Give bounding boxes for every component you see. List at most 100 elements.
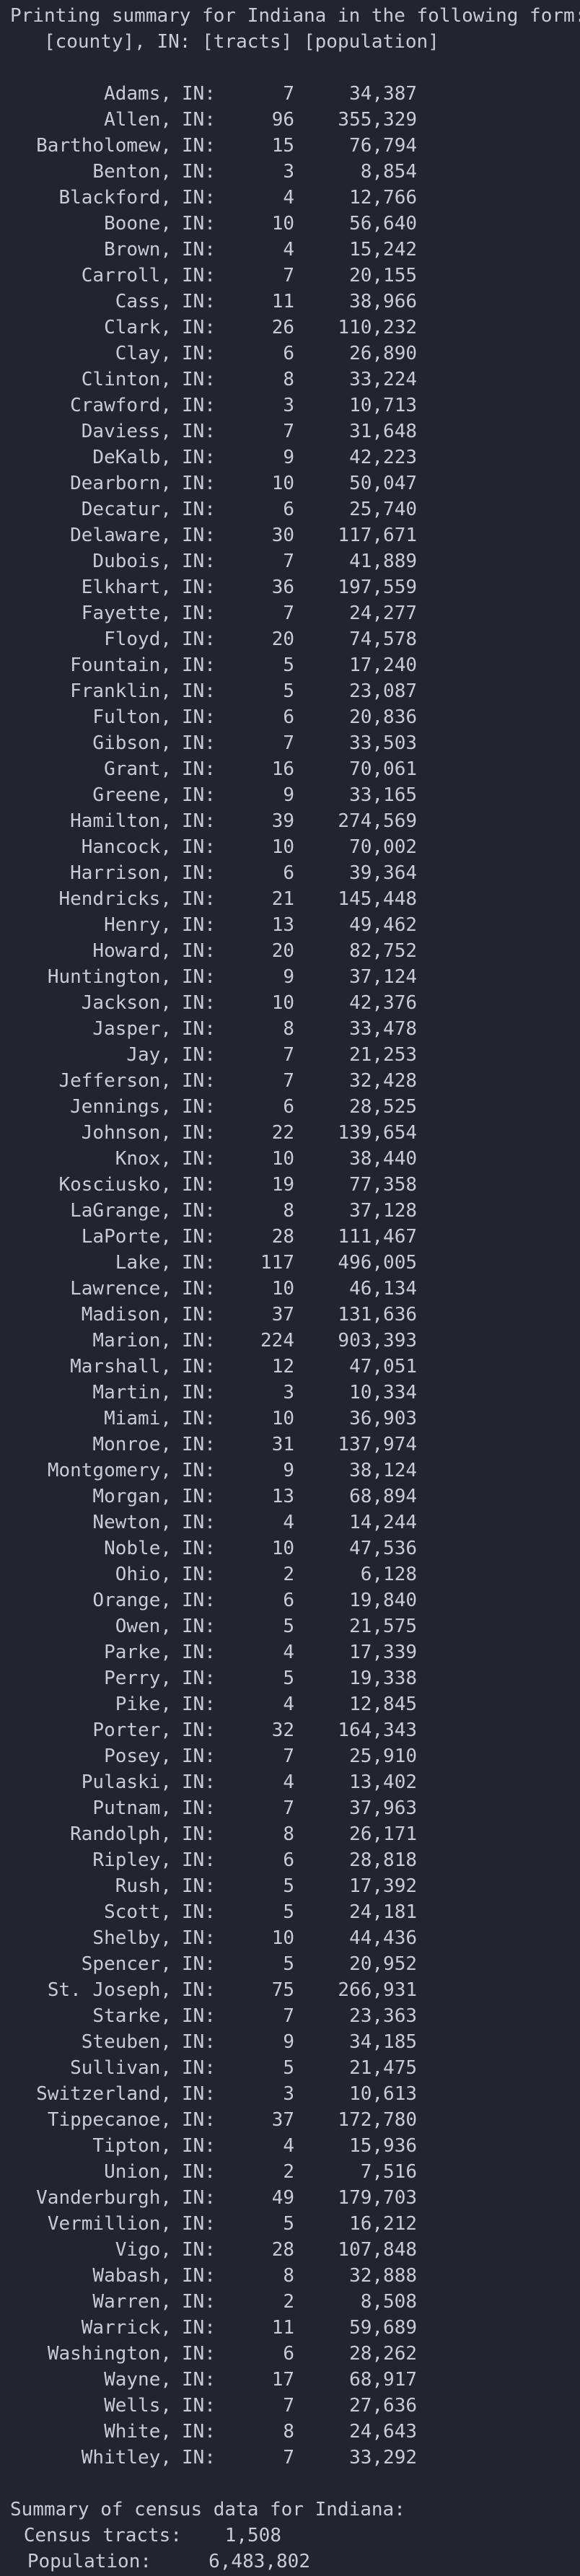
county-name: Kosciusko, — [58, 1174, 172, 1196]
population-value: 39,364 — [349, 862, 417, 884]
county-row: Vermillion, IN: 5 16,212 — [10, 2211, 573, 2237]
county-row: Lawrence, IN: 10 46,134 — [10, 1276, 573, 1302]
population-value: 266,931 — [338, 1979, 417, 2001]
county-row: Delaware, IN: 30 117,671 — [10, 522, 573, 548]
tract-count: 39 — [271, 810, 294, 832]
county-name: Fulton, — [92, 706, 172, 728]
county-name: Owen, — [115, 1616, 172, 1637]
state-abbr: IN: — [182, 525, 216, 546]
state-abbr: IN: — [182, 1460, 216, 1481]
population-value: 131,636 — [338, 1304, 417, 1326]
population-value: 15,936 — [349, 2135, 417, 2157]
state-abbr: IN: — [182, 2395, 216, 2417]
state-abbr: IN: — [182, 2031, 216, 2053]
tract-count: 8 — [283, 369, 294, 390]
county-name: Grant, — [104, 758, 172, 780]
county-row: St. Joseph, IN: 75 266,931 — [10, 1977, 573, 2003]
county-row: Lake, IN: 117 496,005 — [10, 1250, 573, 1276]
state-abbr: IN: — [182, 2239, 216, 2261]
county-name: Hamilton, — [70, 810, 172, 832]
county-name: Delaware, — [70, 525, 172, 546]
state-abbr: IN: — [182, 732, 216, 754]
county-name: Hancock, — [81, 836, 172, 858]
county-row: Hendricks, IN: 21 145,448 — [10, 886, 573, 912]
state-abbr: IN: — [182, 369, 216, 390]
county-row: Fountain, IN: 5 17,240 — [10, 652, 573, 678]
county-name: Dubois, — [92, 551, 172, 572]
population-value: 13,402 — [349, 1771, 417, 1793]
county-row: Orange, IN: 6 19,840 — [10, 1587, 573, 1613]
population-value: 23,363 — [349, 2005, 417, 2027]
county-name: Sullivan, — [70, 2057, 172, 2079]
population-value: 33,503 — [349, 732, 417, 754]
county-name: Marshall, — [70, 1356, 172, 1377]
county-name: Warren, — [92, 2291, 172, 2313]
state-abbr: IN: — [182, 551, 216, 572]
county-row: Pulaski, IN: 4 13,402 — [10, 1769, 573, 1795]
tract-count: 7 — [283, 2447, 294, 2468]
county-row: Elkhart, IN: 36 197,559 — [10, 574, 573, 600]
population-value: 49,462 — [349, 914, 417, 936]
summary-tracts-label: Census tracts: — [23, 2525, 182, 2546]
county-name: Decatur, — [81, 499, 172, 520]
county-row: Tippecanoe, IN: 37 172,780 — [10, 2107, 573, 2133]
tract-count: 7 — [283, 732, 294, 754]
county-row: Randolph, IN: 8 26,171 — [10, 1821, 573, 1847]
county-row: Ohio, IN: 2 6,128 — [10, 1561, 573, 1587]
county-row: Johnson, IN: 22 139,654 — [10, 1120, 573, 1146]
state-abbr: IN: — [182, 1356, 216, 1377]
summary-tracts-row: Census tracts: 1,508 — [10, 2523, 573, 2549]
county-name: Fountain, — [70, 654, 172, 676]
county-row: Noble, IN: 10 47,536 — [10, 1535, 573, 1561]
county-row: LaPorte, IN: 28 111,467 — [10, 1224, 573, 1250]
county-name: Lawrence, — [70, 1278, 172, 1300]
county-name: Wabash, — [92, 2265, 172, 2287]
county-name: Cass, — [115, 291, 172, 312]
county-name: Huntington, — [47, 966, 172, 988]
tract-count: 4 — [283, 1642, 294, 1663]
state-abbr: IN: — [182, 83, 216, 105]
county-name: Posey, — [104, 1745, 172, 1767]
county-name: Pulaski, — [81, 1771, 172, 1793]
state-abbr: IN: — [182, 1745, 216, 1767]
population-value: 8,508 — [360, 2291, 417, 2313]
tract-count: 26 — [271, 317, 294, 338]
state-abbr: IN: — [182, 1694, 216, 1715]
tract-count: 37 — [271, 1304, 294, 1326]
state-abbr: IN: — [182, 395, 216, 416]
county-name: Allen, — [104, 109, 172, 131]
population-value: 24,181 — [349, 1901, 417, 1923]
state-abbr: IN: — [182, 940, 216, 962]
county-name: Daviess, — [81, 421, 172, 442]
state-abbr: IN: — [182, 1616, 216, 1637]
population-value: 32,428 — [349, 1070, 417, 1092]
county-name: Rush, — [115, 1875, 172, 1897]
tract-count: 7 — [283, 265, 294, 286]
state-abbr: IN: — [182, 1382, 216, 1403]
tract-count: 6 — [283, 706, 294, 728]
county-row: Jay, IN: 7 21,253 — [10, 1042, 573, 1068]
county-row: Knox, IN: 10 38,440 — [10, 1146, 573, 1172]
county-name: Jackson, — [81, 992, 172, 1014]
county-row: Starke, IN: 7 23,363 — [10, 2003, 573, 2029]
county-name: Shelby, — [92, 1927, 172, 1949]
county-name: Floyd, — [104, 628, 172, 650]
county-row: Union, IN: 2 7,516 — [10, 2159, 573, 2185]
tract-count: 10 — [271, 836, 294, 858]
